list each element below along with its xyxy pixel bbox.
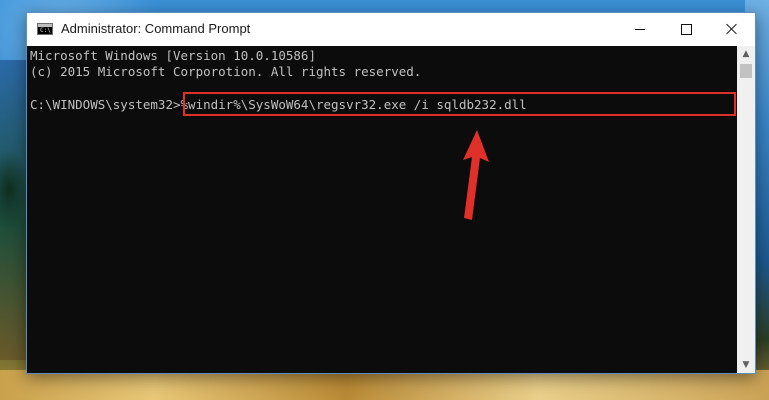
annotation-arrow-icon [463, 130, 489, 220]
title-bar[interactable]: C:\ Administrator: Command Prompt [27, 13, 755, 46]
console-line-version: Microsoft Windows [Version 10.0.10586] [30, 48, 316, 63]
window-title: Administrator: Command Prompt [61, 21, 251, 36]
scroll-up-icon[interactable]: ▲ [737, 46, 755, 62]
desktop-wallpaper-bottom [0, 370, 769, 400]
command-prompt-window: C:\ Administrator: Command Prompt Micros… [26, 12, 756, 374]
scroll-down-icon[interactable]: ▼ [737, 357, 755, 373]
minimize-icon [635, 28, 645, 30]
console-line-copyright: (c) 2015 Microsoft Corporotion. All righ… [30, 64, 422, 79]
console-prompt: C:\WINDOWS\system32> [30, 97, 181, 112]
console-output[interactable]: Microsoft Windows [Version 10.0.10586] (… [27, 46, 737, 373]
maximize-icon [680, 23, 692, 35]
command-highlight-box [183, 92, 736, 116]
vertical-scrollbar[interactable]: ▲ ▼ [737, 46, 755, 373]
minimize-button[interactable] [617, 13, 663, 45]
close-icon [726, 23, 738, 35]
scrollbar-thumb[interactable] [740, 64, 752, 78]
cmd-icon[interactable]: C:\ [37, 23, 53, 35]
close-button[interactable] [709, 13, 755, 45]
maximize-button[interactable] [663, 13, 709, 45]
